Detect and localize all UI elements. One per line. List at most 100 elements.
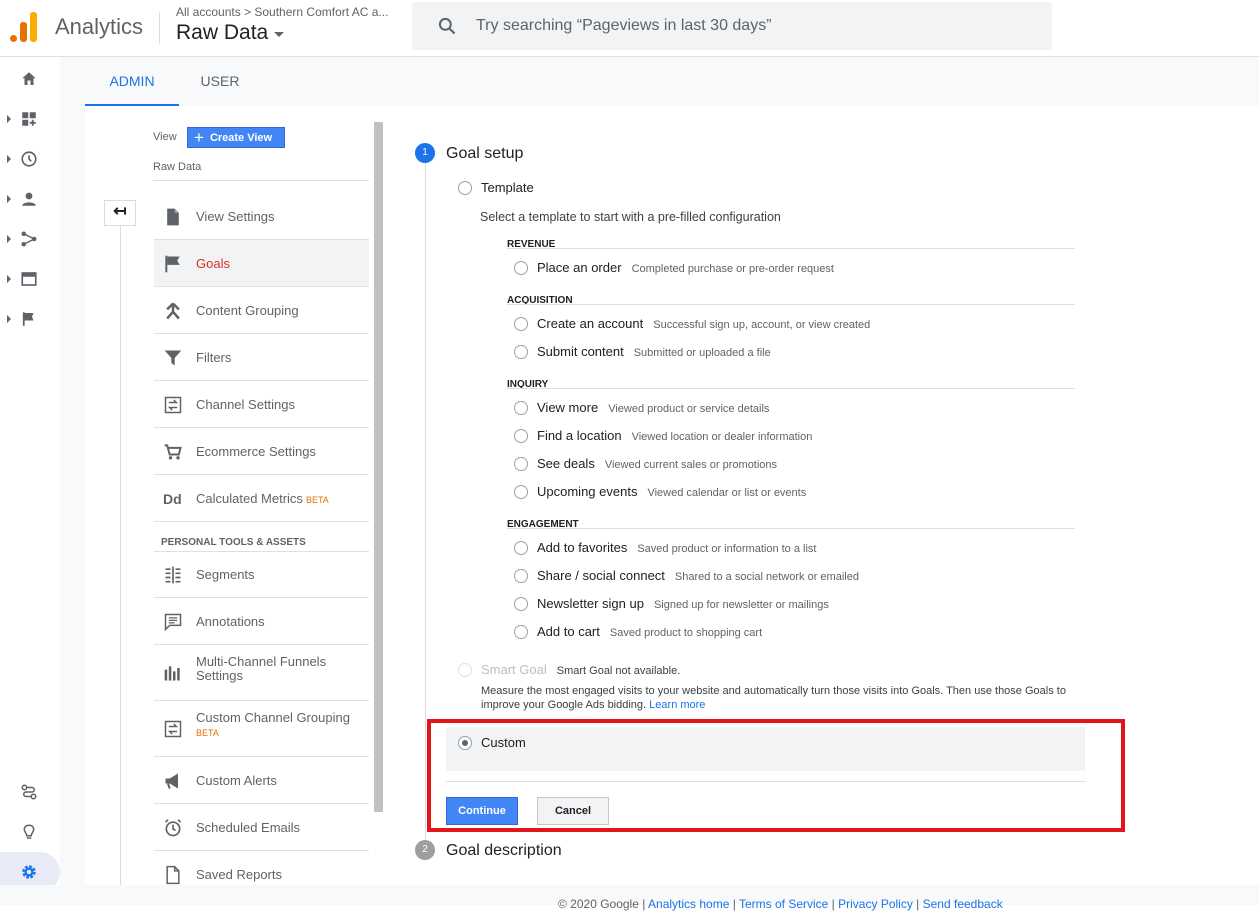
tree-connector-line (120, 226, 121, 886)
search-bar[interactable] (412, 2, 1052, 50)
footer-link-feedback[interactable]: Send feedback (923, 897, 1003, 911)
beta-badge: BETA (305, 495, 329, 505)
menu-item-scheduled-emails[interactable]: Scheduled Emails (154, 804, 369, 851)
option-create-account[interactable]: Create an account Successful sign up, acc… (537, 316, 870, 331)
menu-item-label: View Settings (196, 209, 275, 224)
rail-discover[interactable] (0, 812, 60, 852)
footer-link-terms[interactable]: Terms of Service (739, 897, 828, 911)
share-social-radio[interactable] (514, 569, 528, 583)
search-icon (438, 17, 456, 35)
option-share-social[interactable]: Share / social connect Shared to a social… (537, 568, 859, 583)
expand-arrow-icon (7, 155, 11, 163)
template-description: Select a template to start with a pre-fi… (480, 210, 781, 224)
lightbulb-icon (23, 824, 35, 839)
create-account-radio[interactable] (514, 317, 528, 331)
menu-item-label: Filters (196, 350, 232, 365)
option-find-location[interactable]: Find a location Viewed location or dealer… (537, 428, 812, 443)
menu-item-label: Multi-Channel Funnels Settings (196, 654, 327, 683)
menu-item-content-grouping[interactable]: Content Grouping (154, 287, 369, 334)
divider (153, 180, 369, 181)
top-header: Analytics All accounts > Southern Comfor… (0, 0, 1259, 57)
rail-home[interactable] (0, 59, 60, 99)
red-highlight-box (427, 719, 1125, 832)
template-label[interactable]: Template (481, 180, 534, 195)
menu-item-channel-settings[interactable]: Channel Settings (154, 381, 369, 428)
menu-item-annotations[interactable]: Annotations (154, 598, 369, 645)
menu-item-label: Custom Alerts (196, 773, 277, 788)
segments-icon (165, 566, 181, 584)
add-favorites-radio[interactable] (514, 541, 528, 555)
acquisition-icon (21, 231, 37, 247)
rail-behavior[interactable] (0, 259, 60, 299)
create-view-button[interactable]: + Create View (187, 127, 285, 148)
view-column-label: View (153, 131, 177, 143)
upcoming-events-radio[interactable] (514, 485, 528, 499)
home-icon (22, 72, 36, 85)
option-submit-content[interactable]: Submit content Submitted or uploaded a fi… (537, 344, 771, 359)
expand-arrow-icon (7, 235, 11, 243)
rail-conversions[interactable] (0, 299, 60, 339)
option-see-deals[interactable]: See deals Viewed current sales or promoti… (537, 456, 777, 471)
menu-item-custom-alerts[interactable]: Custom Alerts (154, 757, 369, 804)
expand-arrow-icon (7, 195, 11, 203)
submit-content-radio[interactable] (514, 345, 528, 359)
settings-scrollbar[interactable] (374, 122, 383, 812)
option-upcoming-events[interactable]: Upcoming events Viewed calendar or list o… (537, 484, 806, 499)
option-view-more[interactable]: View more Viewed product or service detai… (537, 400, 769, 415)
menu-item-ecommerce-settings[interactable]: Ecommerce Settings (154, 428, 369, 475)
menu-item-view-settings[interactable]: View Settings (154, 193, 369, 240)
app-name: Analytics (55, 14, 144, 39)
rail-customization[interactable] (0, 99, 60, 139)
newsletter-radio[interactable] (514, 597, 528, 611)
divider (507, 248, 1075, 249)
view-more-radio[interactable] (514, 401, 528, 415)
step-1-indicator: 1 (415, 143, 435, 163)
personal-tools-section-label: PERSONAL TOOLS & ASSETS (161, 537, 306, 548)
dd-icon: Dd (163, 491, 182, 507)
saved-report-icon (166, 865, 180, 885)
place-order-radio[interactable] (514, 261, 528, 275)
view-column-view-name: Raw Data (153, 161, 202, 173)
menu-item-filters[interactable]: Filters (154, 334, 369, 381)
gear-icon (22, 865, 36, 879)
step-2-indicator: 2 (415, 840, 435, 860)
menu-item-label: Ecommerce Settings (196, 444, 316, 459)
bar-chart-icon (164, 666, 180, 681)
rail-audience[interactable] (0, 179, 60, 219)
see-deals-radio[interactable] (514, 457, 528, 471)
divider (507, 388, 1075, 389)
rail-realtime[interactable] (0, 139, 60, 179)
channel-grouping-icon (164, 720, 182, 738)
menu-item-segments[interactable]: Segments (154, 551, 369, 598)
header-divider (159, 12, 160, 44)
footer-link-privacy[interactable]: Privacy Policy (838, 897, 913, 911)
clock-icon (21, 151, 37, 167)
rail-acquisition[interactable] (0, 219, 60, 259)
option-newsletter[interactable]: Newsletter sign up Signed up for newslett… (537, 596, 829, 611)
analytics-logo-icon[interactable] (10, 10, 38, 42)
annotations-icon (164, 613, 182, 632)
footer-links: © 2020 Google | Analytics home | Terms o… (558, 897, 1003, 911)
admin-tabs: ADMIN USER (60, 57, 1259, 106)
search-input[interactable] (474, 2, 1034, 50)
menu-item-label: Segments (196, 567, 255, 582)
menu-item-custom-channel-grouping[interactable]: Custom Channel Grouping BETA (154, 701, 369, 757)
add-cart-radio[interactable] (514, 625, 528, 639)
account-breadcrumb[interactable]: All accounts > Southern Comfort AC a... (176, 5, 398, 19)
learn-more-link[interactable]: Learn more (649, 699, 705, 711)
menu-item-goals[interactable]: Goals (154, 240, 369, 287)
menu-item-calculated-metrics[interactable]: Dd Calculated Metrics BETA (154, 475, 369, 522)
option-place-order[interactable]: Place an order Completed purchase or pre-… (537, 260, 834, 275)
rail-attribution[interactable] (0, 772, 60, 812)
back-arrow-button[interactable]: ↤ (104, 200, 136, 226)
option-add-favorites[interactable]: Add to favorites Saved product or informa… (537, 540, 816, 555)
option-add-cart[interactable]: Add to cart Saved product to shopping car… (537, 624, 762, 639)
footer-link-analytics-home[interactable]: Analytics home (648, 897, 729, 911)
tab-user[interactable]: USER (185, 57, 255, 106)
find-location-radio[interactable] (514, 429, 528, 443)
tab-admin[interactable]: ADMIN (85, 57, 179, 106)
view-selector[interactable]: Raw Data (176, 21, 285, 45)
menu-item-mcf-settings[interactable]: Multi-Channel Funnels Settings (154, 645, 369, 701)
menu-item-label: Custom Channel Grouping BETA (196, 710, 350, 739)
template-radio[interactable] (458, 181, 472, 195)
